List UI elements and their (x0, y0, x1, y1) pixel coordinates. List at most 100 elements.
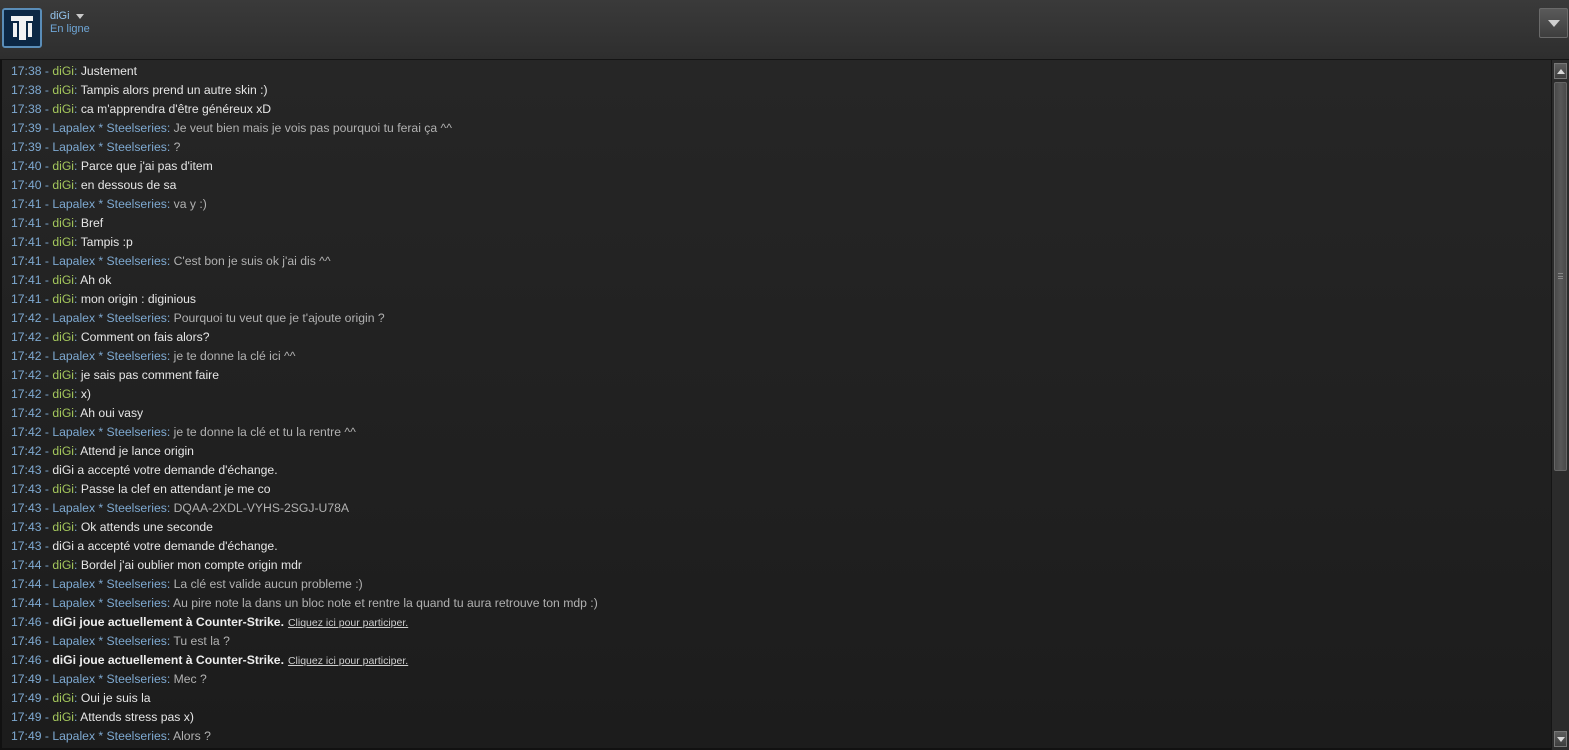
chat-message: 17:38 - diGi: Justement (2, 62, 1551, 81)
message-colon: : (74, 330, 81, 344)
message-timestamp: 17:49 (11, 710, 42, 724)
message-sender[interactable]: diGi (52, 292, 74, 306)
arrow-down-icon (1556, 736, 1565, 742)
message-colon: : (166, 672, 174, 686)
message-sender[interactable]: diGi (52, 235, 74, 249)
join-game-link[interactable]: Cliquez ici pour participer. (288, 655, 408, 667)
message-text: Ah ok (80, 273, 112, 287)
message-separator: - (41, 653, 53, 667)
scroll-down-button[interactable] (1554, 731, 1567, 747)
message-sender[interactable]: Lapalex * Steelseries (52, 121, 167, 135)
message-sender[interactable]: Lapalex * Steelseries (52, 311, 167, 325)
message-sender[interactable]: diGi (52, 83, 74, 97)
message-sender[interactable]: diGi (52, 273, 74, 287)
message-sender[interactable]: diGi (52, 159, 74, 173)
message-colon: : (166, 121, 174, 135)
message-text: Bref (80, 216, 104, 230)
message-text: Alors ? (172, 729, 211, 743)
message-text: Ah oui vasy (80, 406, 144, 420)
chat-message: 17:43 - Lapalex * Steelseries: DQAA-2XDL… (2, 499, 1551, 518)
message-separator: - (41, 710, 53, 724)
message-colon: : (74, 558, 81, 572)
message-sender[interactable]: diGi (52, 178, 74, 192)
scroll-thumb[interactable] (1554, 82, 1567, 471)
message-sender[interactable]: Lapalex * Steelseries (52, 254, 167, 268)
message-text: Tampis alors prend un autre skin :) (80, 83, 268, 97)
message-timestamp: 17:49 (11, 729, 42, 743)
message-sender[interactable]: diGi (52, 444, 74, 458)
chat-message: 17:44 - Lapalex * Steelseries: La clé es… (2, 575, 1551, 594)
user-name-dropdown[interactable]: diGi (50, 10, 84, 22)
chat-message: 17:41 - diGi: Ah ok (2, 271, 1551, 290)
message-colon: : (74, 387, 81, 401)
message-timestamp: 17:42 (11, 444, 42, 458)
message-sender[interactable]: diGi (52, 558, 74, 572)
message-separator: - (41, 672, 53, 686)
chat-message: 17:49 - Lapalex * Steelseries: Mec ? (2, 670, 1551, 689)
message-sender[interactable]: diGi (52, 102, 74, 116)
message-sender[interactable]: Lapalex * Steelseries (52, 596, 167, 610)
message-separator: - (41, 330, 53, 344)
message-timestamp: 17:41 (11, 292, 42, 306)
game-notice: diGi joue actuellement à Counter-Strike. (52, 653, 284, 667)
message-text: je te donne la clé et tu la rentre ^^ (173, 425, 356, 439)
message-timestamp: 17:39 (11, 121, 42, 135)
message-sender[interactable]: diGi (52, 520, 74, 534)
message-text: Au pire note la dans un bloc note et ren… (172, 596, 598, 610)
message-text: x) (80, 387, 91, 401)
chat-message: 17:38 - diGi: ca m'apprendra d'être géné… (2, 100, 1551, 119)
message-timestamp: 17:42 (11, 387, 42, 401)
message-sender[interactable]: diGi (52, 482, 74, 496)
message-timestamp: 17:41 (11, 235, 42, 249)
message-separator: - (41, 615, 53, 629)
message-sender[interactable]: diGi (52, 691, 74, 705)
message-sender[interactable]: diGi (52, 216, 74, 230)
message-colon: : (166, 349, 174, 363)
message-timestamp: 17:49 (11, 691, 42, 705)
message-timestamp: 17:42 (11, 406, 42, 420)
chat-message: 17:46 - diGi joue actuellement à Counter… (2, 651, 1551, 670)
message-timestamp: 17:41 (11, 216, 42, 230)
chat-message: 17:42 - diGi: je sais pas comment faire (2, 366, 1551, 385)
message-sender[interactable]: Lapalex * Steelseries (52, 729, 167, 743)
message-timestamp: 17:44 (11, 558, 42, 572)
chat-message: 17:49 - diGi: Oui je suis la (2, 689, 1551, 708)
chat-message: 17:41 - diGi: Bref (2, 214, 1551, 233)
message-text: Passe la clef en attendant je me co (80, 482, 271, 496)
message-sender[interactable]: diGi (52, 330, 74, 344)
message-sender[interactable]: Lapalex * Steelseries (52, 577, 167, 591)
message-sender[interactable]: Lapalex * Steelseries (52, 349, 167, 363)
message-sender[interactable]: Lapalex * Steelseries (52, 197, 167, 211)
message-sender[interactable]: Lapalex * Steelseries (52, 425, 167, 439)
avatar[interactable] (2, 8, 42, 48)
chat-message: 17:43 - diGi a accepté votre demande d'é… (2, 461, 1551, 480)
message-text: ca m'apprendra d'être généreux xD (80, 102, 272, 116)
message-sender[interactable]: diGi (52, 406, 74, 420)
message-colon: : (166, 140, 174, 154)
chat-scrollbar[interactable] (1551, 60, 1569, 750)
message-timestamp: 17:49 (11, 672, 42, 686)
scroll-up-button[interactable] (1554, 63, 1567, 79)
message-sender[interactable]: Lapalex * Steelseries (52, 501, 167, 515)
grip-icon (1558, 273, 1563, 279)
message-sender[interactable]: diGi (52, 710, 74, 724)
message-separator: - (41, 292, 53, 306)
message-sender[interactable]: Lapalex * Steelseries (52, 672, 167, 686)
message-sender[interactable]: diGi (52, 64, 74, 78)
chat-message: 17:42 - diGi: Attend je lance origin (2, 442, 1551, 461)
message-text: Justement (80, 64, 138, 78)
chat-window: diGi En ligne 17:38 - diGi: Justement 17:… (0, 0, 1569, 750)
message-sender[interactable]: diGi (52, 368, 74, 382)
message-text: Tu est la ? (173, 634, 230, 648)
join-game-link[interactable]: Cliquez ici pour participer. (288, 617, 408, 629)
message-text: DQAA-2XDL-VYHS-2SGJ-U78A (173, 501, 350, 515)
message-text: en dessous de sa (80, 178, 177, 192)
message-sender[interactable]: Lapalex * Steelseries (52, 634, 167, 648)
message-separator: - (41, 406, 53, 420)
chat-message: 17:44 - diGi: Bordel j'ai oublier mon co… (2, 556, 1551, 575)
system-notice: diGi a accepté votre demande d'échange. (52, 463, 278, 477)
message-sender[interactable]: Lapalex * Steelseries (52, 140, 167, 154)
message-sender[interactable]: diGi (52, 387, 74, 401)
chat-history[interactable]: 17:38 - diGi: Justement 17:38 - diGi: Tam… (0, 60, 1551, 750)
window-menu-button[interactable] (1539, 8, 1568, 38)
